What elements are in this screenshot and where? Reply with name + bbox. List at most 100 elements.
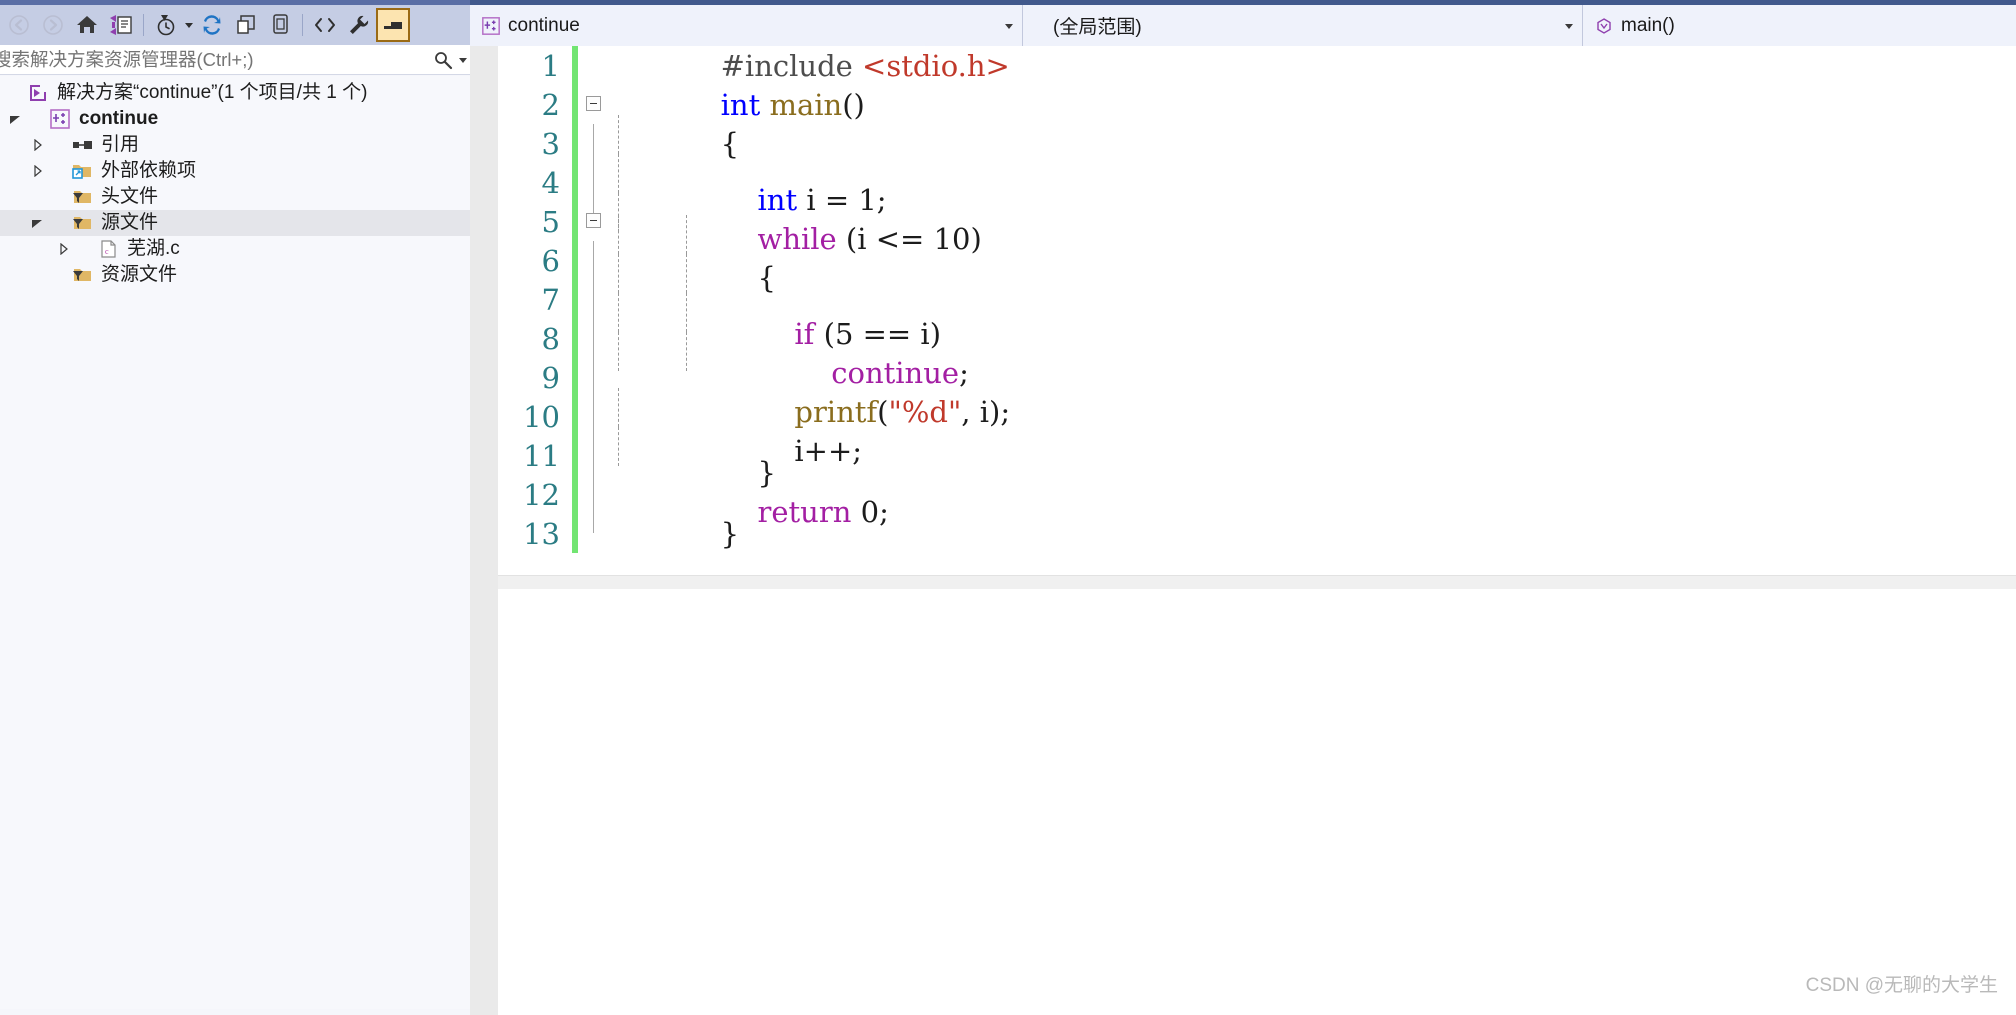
solution-explorer-search[interactable] [0, 45, 470, 75]
twisty-collapsed-icon[interactable] [26, 132, 48, 158]
search-icon[interactable] [430, 45, 456, 75]
indent-guide [618, 292, 619, 332]
line-number: 4 [541, 165, 560, 200]
tree-item-label: 源文件 [101, 212, 159, 233]
search-input[interactable] [0, 47, 430, 72]
twisty-none [4, 80, 26, 106]
indent-guide [618, 214, 619, 254]
fold-column[interactable] [582, 358, 606, 397]
fold-column[interactable] [582, 85, 606, 124]
indent-guide [618, 331, 619, 371]
fold-column[interactable] [582, 124, 606, 163]
project-combo[interactable]: continue [470, 5, 1023, 46]
fold-column[interactable] [582, 280, 606, 319]
collapse-toggle-icon[interactable] [586, 213, 601, 228]
fold-column[interactable] [582, 202, 606, 241]
tree-item-label: 头文件 [101, 186, 159, 207]
code-token: } [720, 516, 740, 551]
tree-item-solution[interactable]: 解决方案“continue”(1 个项目/共 1 个) [0, 80, 470, 106]
visual-studio-window: 解决方案“continue”(1 个项目/共 1 个) continue [0, 0, 2016, 1015]
indent-guide [686, 214, 687, 254]
solution-icon [26, 81, 50, 105]
tree-item-header-files[interactable]: 头文件 [0, 184, 470, 210]
sync-with-active-document-icon[interactable] [104, 8, 138, 42]
forward-icon[interactable] [36, 8, 70, 42]
collapse-all-icon[interactable] [229, 8, 263, 42]
fold-column[interactable] [582, 163, 606, 202]
code-line[interactable]: 13 } [498, 514, 2016, 553]
fold-guide-line [593, 241, 594, 280]
twisty-collapsed-icon[interactable] [26, 158, 48, 184]
member-combo[interactable]: main() [1583, 5, 2016, 46]
solution-explorer-tree: 解决方案“continue”(1 个项目/共 1 个) continue 引用 … [0, 76, 470, 1014]
line-number: 11 [523, 438, 560, 473]
line-number: 1 [541, 48, 560, 83]
svg-text:c: c [105, 247, 109, 256]
filter-folder-icon [70, 263, 94, 287]
line-number: 13 [523, 516, 560, 551]
tree-item-external-dependencies[interactable]: 外部依赖项 [0, 158, 470, 184]
change-bar [572, 85, 578, 124]
pending-changes-filter-icon[interactable] [149, 8, 183, 42]
preview-selected-items-icon[interactable] [376, 8, 410, 42]
fold-column[interactable] [582, 241, 606, 280]
indent-guide [686, 292, 687, 332]
c-file-icon: c [96, 237, 120, 261]
refresh-icon[interactable] [195, 8, 229, 42]
pending-changes-dropdown-icon[interactable] [183, 8, 195, 42]
change-bar [572, 397, 578, 436]
scrollbar-thumb[interactable] [498, 577, 2016, 589]
fold-column[interactable] [582, 514, 606, 553]
twisty-expanded-icon[interactable] [26, 210, 48, 236]
home-icon[interactable] [70, 8, 104, 42]
fold-guide-line [593, 280, 594, 319]
collapse-toggle-icon[interactable] [586, 96, 601, 111]
tree-item-label: continue [79, 108, 159, 129]
change-bar [572, 202, 578, 241]
fold-guide-line [593, 397, 594, 436]
fold-column[interactable] [582, 46, 606, 85]
twisty-collapsed-icon[interactable] [52, 236, 74, 262]
project-combo-value: continue [508, 14, 580, 36]
search-dropdown-icon[interactable] [456, 45, 470, 75]
chevron-down-icon[interactable] [1556, 22, 1582, 30]
fold-column[interactable] [582, 319, 606, 358]
change-bar [572, 280, 578, 319]
code-editor-area: continue (全局范围) main() 1 #include <stdio… [470, 5, 2016, 1015]
fold-guide-line [593, 124, 594, 163]
tree-item-label: 芜湖.c [127, 238, 180, 259]
tree-item-label: 解决方案“continue”(1 个项目/共 1 个) [57, 82, 368, 103]
back-icon[interactable] [2, 8, 36, 42]
chevron-down-icon[interactable] [996, 22, 1022, 30]
indent-guide [686, 253, 687, 293]
line-number: 7 [541, 282, 560, 317]
cpp-project-icon [48, 107, 72, 131]
tree-item-resource-files[interactable]: 资源文件 [0, 262, 470, 288]
tree-item-source-files[interactable]: 源文件 [0, 210, 470, 236]
scope-combo[interactable]: (全局范围) [1023, 5, 1583, 46]
change-bar [572, 475, 578, 514]
editor-left-gutter [470, 46, 498, 1015]
code-surface: 1 #include <stdio.h> 2 int main() 3 {4 … [470, 46, 2016, 1015]
tree-item-references[interactable]: 引用 [0, 132, 470, 158]
tree-item-source-file-c[interactable]: c 芜湖.c [0, 236, 470, 262]
references-icon [70, 133, 94, 157]
solution-explorer-panel: 解决方案“continue”(1 个项目/共 1 个) continue [0, 5, 470, 1015]
fold-guide-line [593, 358, 594, 397]
fold-column[interactable] [582, 475, 606, 514]
indent-guide [686, 331, 687, 371]
show-all-files-icon[interactable] [263, 8, 297, 42]
fold-column[interactable] [582, 436, 606, 475]
toolbar-separator [143, 14, 144, 36]
code-text-view[interactable]: 1 #include <stdio.h> 2 int main() 3 {4 … [498, 46, 2016, 1015]
properties-icon[interactable] [342, 8, 376, 42]
fold-column[interactable] [582, 397, 606, 436]
line-number: 12 [523, 477, 560, 512]
method-icon [1593, 15, 1615, 37]
view-code-icon[interactable] [308, 8, 342, 42]
editor-horizontal-scrollbar[interactable] [498, 575, 2016, 589]
tree-item-project[interactable]: continue [0, 106, 470, 132]
tree-item-label: 外部依赖项 [101, 160, 197, 181]
fold-guide-line [593, 436, 594, 475]
twisty-expanded-icon[interactable] [4, 106, 26, 132]
